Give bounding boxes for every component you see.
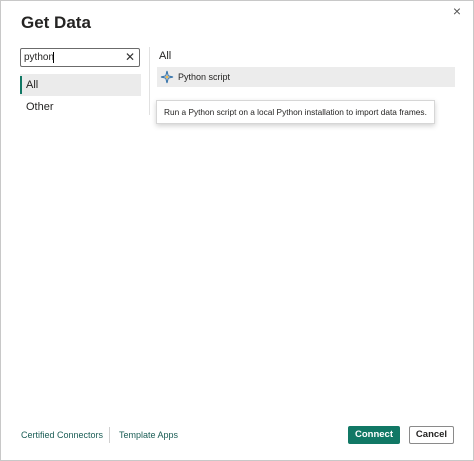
result-item-label: Python script bbox=[178, 72, 231, 82]
connect-button[interactable]: Connect bbox=[348, 426, 400, 444]
template-apps-link[interactable]: Template Apps bbox=[119, 427, 178, 443]
close-icon[interactable]: × bbox=[449, 3, 465, 19]
connector-tooltip: Run a Python script on a local Python in… bbox=[156, 100, 435, 124]
category-other[interactable]: Other bbox=[20, 96, 141, 118]
get-data-dialog: × Get Data ✕ All Other All Python script… bbox=[0, 0, 474, 461]
result-item-python-script[interactable]: Python script bbox=[157, 67, 455, 87]
dialog-title: Get Data bbox=[21, 13, 91, 32]
search-box: ✕ bbox=[20, 48, 140, 67]
text-cursor bbox=[53, 52, 54, 63]
category-list: All Other bbox=[20, 74, 141, 118]
clear-search-icon[interactable]: ✕ bbox=[124, 49, 136, 66]
results-section-title: All bbox=[159, 50, 172, 62]
python-script-icon bbox=[160, 70, 174, 84]
certified-connectors-link[interactable]: Certified Connectors bbox=[21, 427, 103, 443]
panel-divider bbox=[149, 47, 150, 115]
search-input[interactable] bbox=[24, 49, 122, 66]
cancel-button[interactable]: Cancel bbox=[409, 426, 454, 444]
category-all[interactable]: All bbox=[20, 74, 141, 96]
footer-link-divider bbox=[109, 427, 110, 443]
